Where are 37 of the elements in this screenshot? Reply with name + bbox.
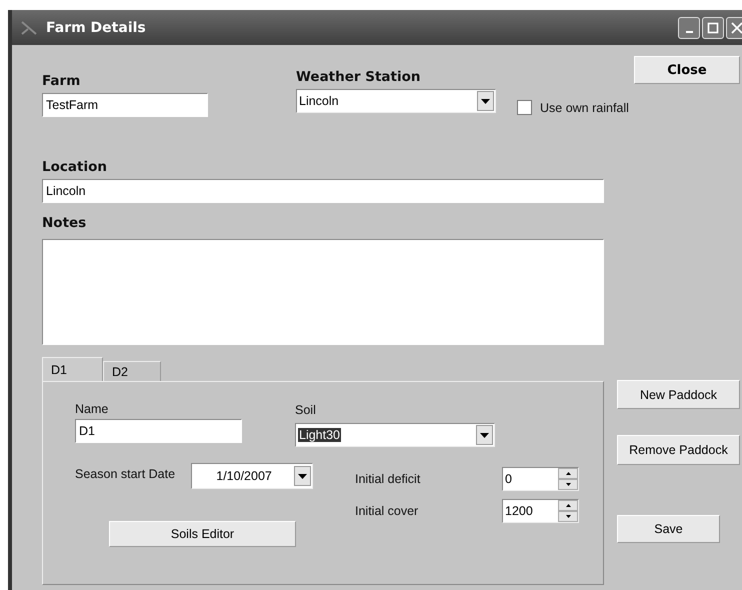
spin-field[interactable]: 1200 (502, 499, 579, 523)
weather-station-label: Weather Station (296, 69, 422, 85)
tab[interactable]: D2 (103, 361, 161, 381)
spin-label: Initial cover (355, 504, 420, 518)
spin-label: Initial deficit (355, 472, 422, 486)
location-field[interactable]: Lincoln (42, 179, 604, 203)
minimize-button[interactable] (678, 16, 700, 38)
notes-label: Notes (42, 215, 86, 231)
paddock-button[interactable]: Save (617, 515, 720, 543)
farm-field[interactable]: TestFarm (42, 93, 208, 117)
notes-field[interactable] (42, 239, 604, 345)
name-label: Name (75, 402, 110, 416)
soils-editor-button[interactable]: Soils Editor (109, 521, 296, 547)
location-label: Location (42, 159, 107, 175)
tab[interactable]: D1 (42, 357, 103, 381)
minimize-icon (686, 30, 692, 32)
soil-label: Soil (295, 403, 317, 417)
maximize-button[interactable] (702, 16, 724, 38)
window-title: Farm Details (46, 20, 146, 36)
app-icon (20, 20, 38, 36)
spin-arrows-icon[interactable] (558, 500, 578, 522)
close-icon (731, 22, 742, 34)
date-picker[interactable]: 1/10/2007 (191, 463, 314, 489)
name-field[interactable]: D1 (75, 419, 242, 443)
farm-label: Farm (42, 73, 82, 89)
close-button[interactable]: Close (634, 56, 740, 84)
spin-field[interactable]: 0 (502, 467, 579, 491)
season-start-date-label: Season start Date (75, 467, 176, 481)
window-close-button[interactable] (726, 16, 742, 38)
checkbox[interactable] (517, 100, 532, 115)
paddock-button[interactable]: New Paddock (617, 380, 740, 409)
soil-dropdown[interactable]: Light30 (295, 423, 495, 447)
maximize-icon (707, 22, 719, 34)
checkbox-label: Use own rainfall (540, 100, 629, 114)
paddock-button[interactable]: Remove Paddock (617, 435, 740, 465)
spin-arrows-icon[interactable] (558, 468, 578, 490)
weather-station-dropdown[interactable]: Lincoln (296, 89, 496, 113)
